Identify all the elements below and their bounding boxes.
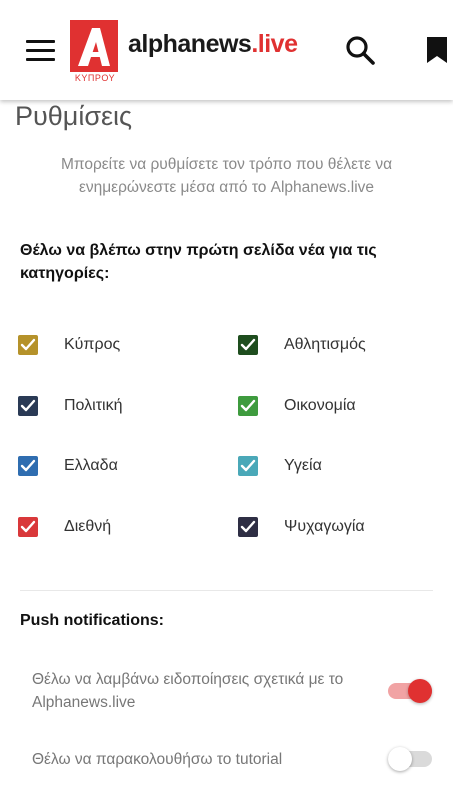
category-checkbox-oikonomia[interactable]: Οικονομία — [238, 396, 438, 418]
toggle-knob — [388, 747, 412, 771]
tutorial-option-label: Θέλω να παρακολουθήσω το tutorial — [32, 751, 283, 768]
logo-subtitle: ΚΥΠΡΟΥ — [74, 73, 116, 83]
category-checkbox-athlitismos[interactable]: Αθλητισμός — [238, 335, 438, 357]
section-divider — [20, 590, 433, 591]
logo-text: alphanews.live — [128, 30, 298, 59]
checkbox-icon — [238, 335, 258, 355]
categories-title: Θέλω να βλέπω στην πρώτη σελίδα νέα για … — [20, 242, 377, 282]
category-label: Πολιτική — [64, 397, 123, 414]
category-checkbox-kypros[interactable]: Κύπρος — [18, 335, 218, 357]
category-checkbox-politiki[interactable]: Πολιτική — [18, 396, 218, 418]
category-label: Ψυχαγωγία — [284, 518, 365, 535]
page-title: Ρυθμίσεις — [15, 101, 133, 131]
checkbox-icon — [18, 456, 38, 476]
push-notifications-toggle[interactable] — [388, 678, 432, 704]
category-checkbox-ellada[interactable]: Ελλαδα — [18, 456, 218, 478]
category-checkbox-psychagogia[interactable]: Ψυχαγωγία — [238, 517, 438, 539]
checkbox-icon — [18, 335, 38, 355]
category-label: Υγεία — [284, 457, 322, 474]
logo-brand: alphanews — [128, 30, 252, 58]
push-option-label: Θέλω να λαμβάνω ειδοποίησεις σχετικά με … — [32, 671, 344, 711]
category-label: Οικονομία — [284, 397, 356, 414]
checkbox-icon — [238, 517, 258, 537]
category-label: Αθλητισμός — [284, 336, 366, 353]
category-label: Κύπρος — [64, 336, 121, 353]
category-label: Ελλαδα — [64, 457, 118, 474]
intro-text: Μπορείτε να ρυθμίσετε τον τρόπο που θέλε… — [60, 156, 393, 196]
push-notifications-title: Push notifications: — [20, 612, 164, 629]
app-header: ΚΥΠΡΟΥ alphanews.live — [0, 0, 453, 100]
category-checkbox-diethni[interactable]: Διεθνή — [18, 517, 218, 539]
checkbox-icon — [238, 456, 258, 476]
checkbox-icon — [18, 396, 38, 416]
menu-icon[interactable] — [26, 40, 55, 62]
logo-tld: .live — [251, 30, 298, 58]
checkbox-icon — [238, 396, 258, 416]
category-label: Διεθνή — [64, 518, 112, 535]
bookmark-icon[interactable] — [426, 36, 448, 64]
alphanews-logo-icon — [70, 20, 118, 72]
search-icon[interactable] — [344, 34, 376, 66]
toggle-knob — [408, 679, 432, 703]
category-checkbox-ygeia[interactable]: Υγεία — [238, 456, 438, 478]
checkbox-icon — [18, 517, 38, 537]
tutorial-toggle[interactable] — [388, 746, 432, 772]
